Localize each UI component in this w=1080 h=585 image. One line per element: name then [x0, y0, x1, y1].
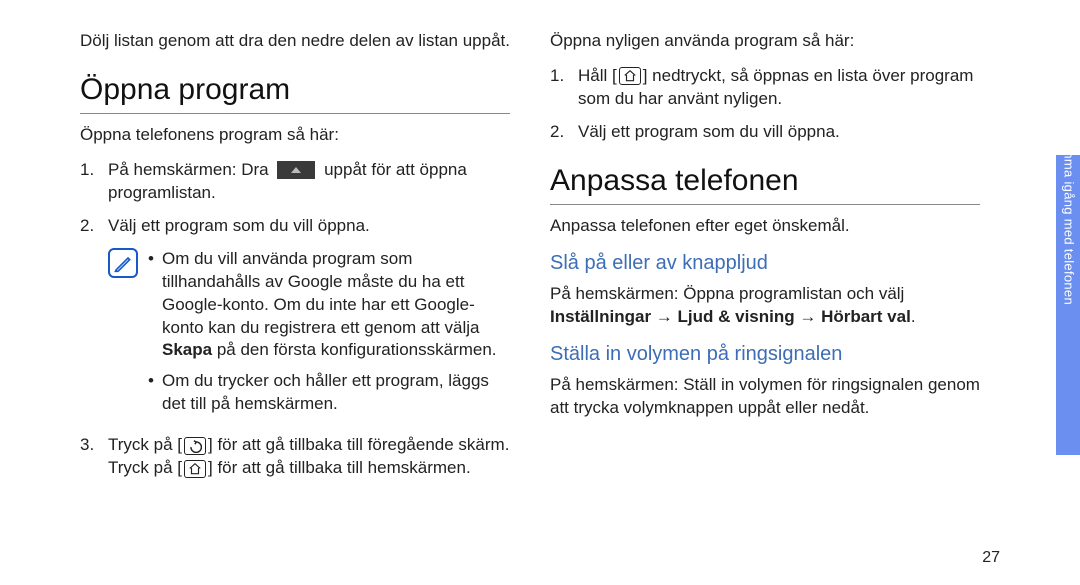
- heading-customize-phone: Anpassa telefonen: [550, 164, 980, 198]
- left-column: Dölj listan genom att dra den nedre dele…: [80, 30, 510, 555]
- right-column: Öppna nyligen använda program så här: Hå…: [550, 30, 980, 555]
- menu-path: Inställningar → Ljud & visning → Hörbart…: [550, 307, 911, 326]
- home-icon: [619, 67, 641, 85]
- paragraph: Anpassa telefonen efter eget önskemål.: [550, 215, 980, 238]
- step-text: På hemskärmen: Dra: [108, 160, 273, 179]
- heading-rule: [80, 113, 510, 114]
- bullet-text: på den första konfigurationsskärmen.: [212, 340, 496, 359]
- heading-open-programs: Öppna program: [80, 73, 510, 107]
- paragraph: På hemskärmen: Öppna programlistan och v…: [550, 283, 980, 329]
- paragraph: Dölj listan genom att dra den nedre dele…: [80, 30, 510, 53]
- bold-word: Skapa: [162, 340, 212, 359]
- step-item: Håll [] nedtryckt, så öppnas en lista öv…: [550, 65, 980, 111]
- heading-rule: [550, 204, 980, 205]
- note-block: Om du vill använda program som tillhanda…: [108, 248, 510, 425]
- steps-list: På hemskärmen: Dra uppåt för att öppna p…: [80, 159, 510, 238]
- step-item: Välj ett program som du vill öppna.: [80, 215, 510, 238]
- step-text: Tryck på [: [108, 435, 182, 454]
- page-number: 27: [982, 549, 1000, 567]
- side-tab-label: Komma igång med telefonen: [1062, 131, 1077, 305]
- step-item: Välj ett program som du vill öppna.: [550, 121, 980, 144]
- step-item: På hemskärmen: Dra uppåt för att öppna p…: [80, 159, 510, 205]
- step-text: ] för att gå tillbaka till hemskärmen.: [208, 458, 471, 477]
- drag-up-icon: [277, 161, 315, 179]
- bullet-text: Om du vill använda program som tillhanda…: [162, 249, 480, 337]
- subheading-ring-volume: Ställa in volymen på ringsignalen: [550, 343, 980, 366]
- paragraph: Öppna nyligen använda program så här:: [550, 30, 980, 53]
- note-bullets: Om du vill använda program som tillhanda…: [148, 248, 510, 425]
- para-text: .: [911, 307, 916, 326]
- bullet-item: Om du trycker och håller ett program, lä…: [148, 370, 510, 416]
- page-content: Dölj listan genom att dra den nedre dele…: [0, 0, 1080, 585]
- steps-list: Håll [] nedtryckt, så öppnas en lista öv…: [550, 65, 980, 144]
- note-icon: [108, 248, 138, 278]
- steps-list-cont: Tryck på [] för att gå tillbaka till för…: [80, 434, 510, 480]
- paragraph: På hemskärmen: Ställ in volymen för ring…: [550, 374, 980, 420]
- home-icon: [184, 460, 206, 478]
- step-item: Tryck på [] för att gå tillbaka till för…: [80, 434, 510, 480]
- step-text: Håll [: [578, 66, 617, 85]
- paragraph: Öppna telefonens program så här:: [80, 124, 510, 147]
- back-icon: [184, 437, 206, 455]
- subheading-key-sound: Slå på eller av knappljud: [550, 252, 980, 275]
- bullet-item: Om du vill använda program som tillhanda…: [148, 248, 510, 363]
- para-text: På hemskärmen: Öppna programlistan och v…: [550, 284, 904, 303]
